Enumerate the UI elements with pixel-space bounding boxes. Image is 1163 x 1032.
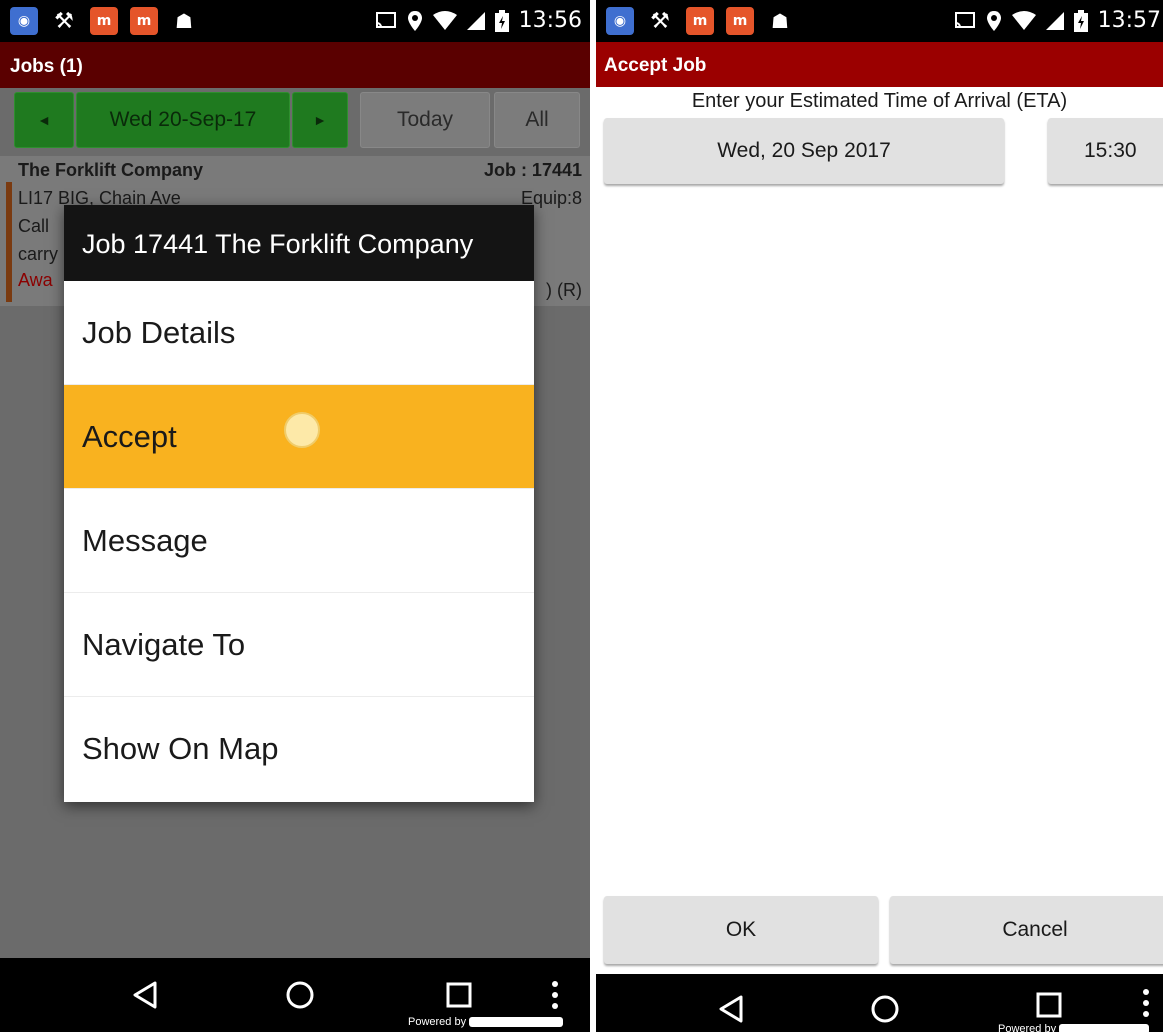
- job-description-line: Call: [18, 216, 50, 236]
- job-company: The Forklift Company: [18, 160, 204, 180]
- menu-item-label: Accept: [82, 418, 177, 454]
- app-notification-icon: m: [686, 7, 714, 35]
- powered-by-text: Powered by: [408, 1016, 467, 1028]
- tools-icon: ⚒: [646, 7, 674, 35]
- job-status-bar: [6, 182, 12, 302]
- wifi-icon: [1011, 10, 1036, 31]
- app-bar: Accept Job: [596, 42, 1163, 87]
- location-icon: [407, 10, 423, 32]
- all-button[interactable]: All: [494, 92, 580, 148]
- cast-icon: [375, 11, 397, 31]
- touch-indicator: [284, 412, 320, 448]
- left-phone-screen: ◉ ⚒ m m ☗ 13:56 Jobs (1) ◄ Wed 20-Sep-17…: [0, 0, 590, 1032]
- android-icon: ☗: [766, 7, 794, 35]
- menu-item-accept[interactable]: Accept: [64, 385, 534, 489]
- app-notification-icon: m: [90, 7, 118, 35]
- clock-time: 13:56: [518, 8, 582, 33]
- mobizen-logo: [469, 1017, 564, 1028]
- app-bar-title: Jobs (1): [10, 56, 83, 77]
- app-notification-icon: m: [726, 7, 754, 35]
- menu-item-job-details[interactable]: Job Details: [64, 281, 534, 385]
- next-day-button[interactable]: ►: [292, 92, 348, 148]
- menu-item-label: Job Details: [82, 314, 236, 350]
- dialog-title: Job 17441 The Forklift Company: [64, 205, 534, 281]
- eta-date-button[interactable]: Wed, 20 Sep 2017: [604, 118, 1004, 184]
- powered-by-label: Powered by: [998, 1023, 1150, 1032]
- status-bar: ◉ ⚒ m m ☗ 13:57: [596, 0, 1163, 42]
- eta-label: Enter your Estimated Time of Arrival (ET…: [691, 90, 1068, 112]
- home-icon[interactable]: [860, 980, 910, 1032]
- wifi-icon: [432, 10, 457, 31]
- cancel-button[interactable]: Cancel: [890, 896, 1163, 964]
- right-phone-screen: ◉ ⚒ m m ☗ 13:57 Accept Job Enter your Es…: [596, 0, 1163, 1032]
- job-number: Job : 17441: [483, 160, 582, 180]
- location-icon: [986, 10, 1002, 32]
- clock-time: 13:57: [1097, 8, 1161, 33]
- job-status: Awa: [18, 270, 53, 290]
- navigation-bar: Powered by: [0, 958, 590, 1032]
- powered-by-label: Powered by: [408, 1016, 564, 1028]
- ok-button[interactable]: OK: [604, 896, 878, 964]
- menu-item-label: Show On Map: [82, 731, 279, 766]
- app-bar: Jobs (1): [0, 42, 590, 88]
- powered-by-text: Powered by: [998, 1023, 1057, 1032]
- app-notification-icon: ◉: [606, 7, 634, 35]
- status-bar: ◉ ⚒ m m ☗ 13:56: [0, 0, 590, 42]
- menu-item-navigate-to[interactable]: Navigate To: [64, 593, 534, 697]
- date-toolbar: ◄ Wed 20-Sep-17 ► Today All: [0, 88, 590, 156]
- date-button[interactable]: Wed 20-Sep-17: [76, 92, 290, 148]
- menu-item-label: Navigate To: [82, 626, 246, 662]
- navigation-bar: Powered by: [596, 974, 1163, 1032]
- home-icon[interactable]: [275, 958, 325, 1032]
- menu-item-message[interactable]: Message: [64, 489, 534, 593]
- menu-item-show-on-map[interactable]: Show On Map: [64, 697, 534, 801]
- battery-icon: [1073, 9, 1088, 32]
- battery-icon: [494, 9, 509, 32]
- android-icon: ☗: [170, 7, 198, 35]
- app-notification-icon: ◉: [10, 7, 38, 35]
- cast-icon: [954, 11, 976, 31]
- signal-icon: [466, 11, 485, 30]
- job-status-right: ) (R): [546, 280, 582, 300]
- back-icon[interactable]: [706, 980, 756, 1032]
- today-button[interactable]: Today: [360, 92, 490, 148]
- app-notification-icon: m: [130, 7, 158, 35]
- app-bar-title: Accept Job: [604, 55, 707, 76]
- prev-day-button[interactable]: ◄: [14, 92, 74, 148]
- tools-icon: ⚒: [50, 7, 78, 35]
- job-description-line: carry: [18, 244, 58, 264]
- eta-time-button[interactable]: 15:30: [1048, 118, 1163, 184]
- mobizen-logo: [1059, 1024, 1150, 1032]
- signal-icon: [1045, 11, 1064, 30]
- back-icon[interactable]: [120, 958, 170, 1032]
- menu-item-label: Message: [82, 522, 208, 558]
- job-actions-dialog: Job 17441 The Forklift Company Job Detai…: [64, 205, 534, 802]
